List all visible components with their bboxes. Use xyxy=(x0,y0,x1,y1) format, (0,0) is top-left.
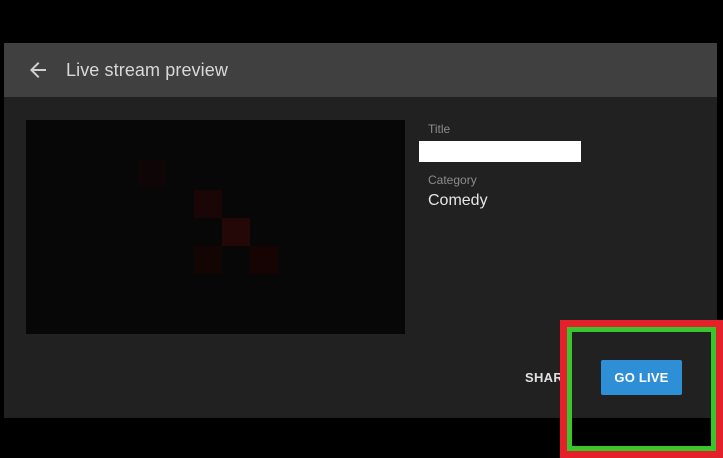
preview-frame-region xyxy=(138,160,166,188)
preview-frame-region xyxy=(194,246,222,274)
share-button[interactable]: SHARE xyxy=(525,370,561,385)
page-title: Live stream preview xyxy=(66,60,228,80)
category-label: Category xyxy=(428,173,477,187)
preview-frame-region xyxy=(194,190,222,218)
dialog-header: Live stream preview xyxy=(4,43,717,97)
back-button[interactable] xyxy=(26,58,50,82)
category-value: Comedy xyxy=(428,192,488,209)
preview-frame-region xyxy=(250,246,278,274)
arrow-back-icon xyxy=(30,62,46,78)
title-label: Title xyxy=(428,122,451,136)
title-field[interactable] xyxy=(419,141,581,162)
highlight-box-inner xyxy=(567,327,716,451)
preview-frame-region xyxy=(222,218,250,246)
stream-preview-video xyxy=(26,120,405,334)
